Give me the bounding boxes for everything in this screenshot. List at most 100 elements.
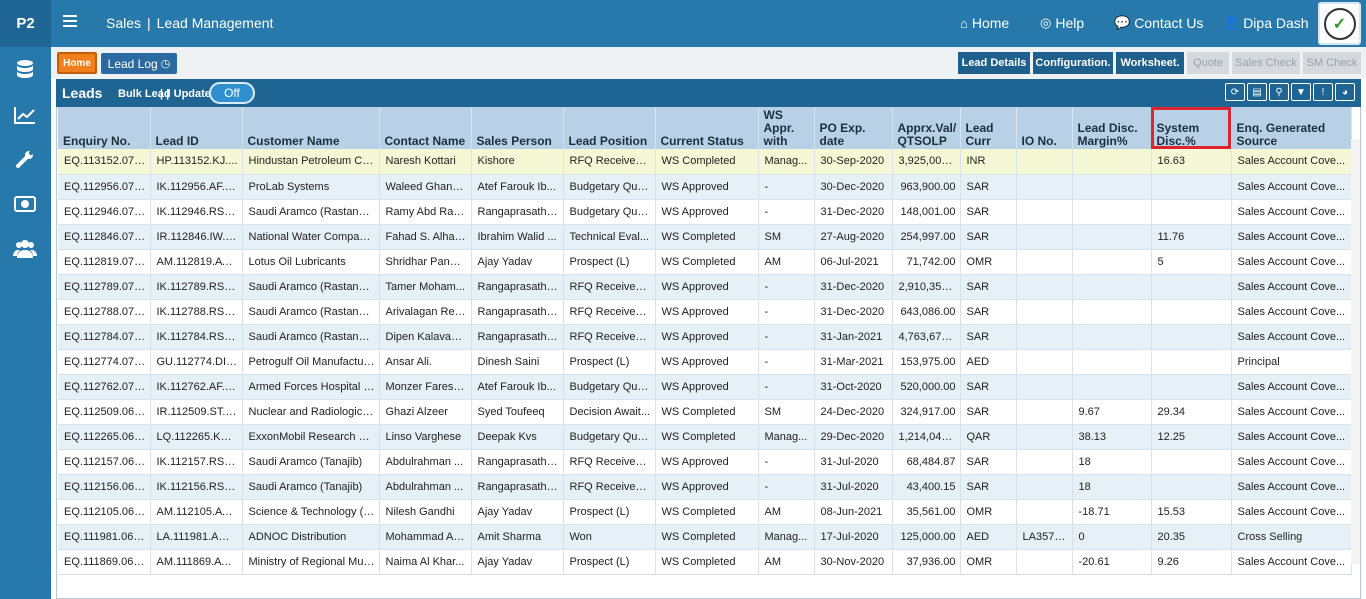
- company-logo-icon: ✓: [1323, 7, 1356, 40]
- wrench-icon[interactable]: [13, 147, 37, 171]
- column-header[interactable]: Lead ID: [150, 107, 243, 149]
- table-cell: INR: [960, 149, 1017, 175]
- table-cell: 31-Mar-2021: [814, 349, 893, 375]
- search-icon[interactable]: ⚲: [1269, 83, 1289, 101]
- nav-contact[interactable]: 💬 Contact Us: [1114, 15, 1203, 31]
- database-icon[interactable]: [13, 58, 37, 82]
- table-cell: SAR: [960, 374, 1017, 400]
- table-cell: EQ.112946.0720: [58, 199, 151, 225]
- column-header[interactable]: Lead Curr: [960, 107, 1017, 149]
- table-row[interactable]: EQ.111981.0620 LA.111981.AM.... ADNOC Dist…: [58, 524, 1352, 550]
- table-cell: -18.71: [1072, 499, 1152, 525]
- table-cell: AED: [960, 349, 1017, 375]
- nav-home[interactable]: ⌂ Home: [960, 15, 1009, 31]
- column-header[interactable]: Lead Disc. Margin%: [1072, 107, 1152, 149]
- alert-icon[interactable]: !: [1313, 83, 1333, 101]
- nav-help-label: Help: [1055, 15, 1085, 31]
- export-icon[interactable]: ▤: [1247, 83, 1267, 101]
- table-cell: Sales Account Cove...: [1231, 449, 1352, 475]
- column-header[interactable]: Customer Name: [242, 107, 380, 149]
- column-header[interactable]: Contact Name: [379, 107, 472, 149]
- table-cell: Saudi Aramco (Rastanura): [242, 199, 380, 225]
- table-row[interactable]: EQ.112265.0620 LQ.112265.KV.... ExxonMobil…: [58, 424, 1352, 450]
- nav-user[interactable]: 👤 Dipa Dash: [1223, 15, 1309, 31]
- column-header[interactable]: Lead Position: [563, 107, 656, 149]
- table-row[interactable]: EQ.112762.0720 IK.112762.AF.0... Armed For…: [58, 374, 1352, 400]
- vertical-scrollbar[interactable]: [1351, 139, 1360, 564]
- table-cell: AED: [960, 524, 1017, 550]
- table-row[interactable]: EQ.112509.0620 IR.112509.ST.0... Nuclear a…: [58, 399, 1352, 425]
- table-row[interactable]: EQ.112157.0620 IK.112157.RS.0... Saudi Ara…: [58, 449, 1352, 475]
- bulk-update-toggle[interactable]: Off: [209, 82, 255, 104]
- table-cell: 9.67: [1072, 399, 1152, 425]
- table-row[interactable]: EQ.112819.0720 AM.112819.AY.... Lotus Oil …: [58, 249, 1352, 275]
- table-cell: 31-Jan-2021: [814, 324, 893, 350]
- table-row[interactable]: EQ.112846.0720 IR.112846.IW.0... National …: [58, 224, 1352, 250]
- table-cell: Amit Sharma: [471, 524, 564, 550]
- table-cell: [1072, 299, 1152, 325]
- table-cell: [1016, 249, 1073, 275]
- table-cell: [1016, 349, 1073, 375]
- column-header[interactable]: Current Status: [655, 107, 759, 149]
- table-cell: -: [758, 299, 815, 325]
- filter-icon[interactable]: ▼: [1291, 83, 1311, 101]
- table-row[interactable]: EQ.111869.0620 AM.111869.AY.... Ministry o…: [58, 549, 1352, 575]
- app-logo[interactable]: P2: [0, 0, 51, 47]
- table-row[interactable]: EQ.112789.0720 IK.112789.RS.0... Saudi Ara…: [58, 274, 1352, 300]
- column-header[interactable]: IO No.: [1016, 107, 1073, 149]
- lead-log-button[interactable]: Lead Log ◷: [101, 53, 177, 74]
- column-header[interactable]: PO Exp. date: [814, 107, 893, 149]
- tab-lead-details[interactable]: Lead Details: [958, 52, 1030, 74]
- column-header[interactable]: Enq. Generated Source: [1231, 107, 1352, 149]
- table-cell: WS Approved: [655, 299, 759, 325]
- chart-line-icon[interactable]: [13, 103, 37, 127]
- table-row[interactable]: EQ.112105.0620 AM.112105.AY.... Science & …: [58, 499, 1352, 525]
- column-header[interactable]: Sales Person: [471, 107, 564, 149]
- table-cell: Fahad S. Alhaq...: [379, 224, 472, 250]
- table-cell: [1151, 299, 1232, 325]
- tab-worksheet[interactable]: Worksheet.: [1116, 52, 1184, 74]
- table-row[interactable]: EQ.112774.0720 GU.112774.DI.... Petrogulf …: [58, 349, 1352, 375]
- table-cell: Rangaprasath ...: [471, 299, 564, 325]
- table-cell: 18: [1072, 474, 1152, 500]
- refresh-icon[interactable]: ⟳: [1225, 83, 1245, 101]
- table-cell: Rangaprasath ...: [471, 324, 564, 350]
- table-row[interactable]: EQ.113152.0720 HP.113152.KJ.... Hindustan …: [58, 149, 1352, 175]
- table-cell: 18: [1072, 449, 1152, 475]
- user-icon: 👤: [1223, 15, 1240, 30]
- column-header[interactable]: Apprx.Val/ QTSOLP: [892, 107, 961, 149]
- menu-icon[interactable]: [63, 15, 77, 29]
- home-tab-button[interactable]: Home: [57, 52, 97, 74]
- table-cell: GU.112774.DI....: [150, 349, 243, 375]
- table-row[interactable]: EQ.112156.0620 IK.112156.RS.0... Saudi Ara…: [58, 474, 1352, 500]
- table-row[interactable]: EQ.112784.0720 IK.112784.RS.0... Saudi Ara…: [58, 324, 1352, 350]
- table-cell: Sales Account Cove...: [1231, 549, 1352, 575]
- leads-table: Enquiry No. Lead ID Customer Name Contact N…: [58, 107, 1352, 575]
- column-header[interactable]: Enquiry No.: [58, 107, 151, 149]
- tab-sm-check[interactable]: SM Check: [1303, 52, 1361, 74]
- nav-help[interactable]: ◎ Help: [1040, 15, 1084, 31]
- table-row[interactable]: EQ.112788.0720 IK.112788.RS.0... Saudi Ara…: [58, 299, 1352, 325]
- table-cell: SM: [758, 399, 815, 425]
- column-header[interactable]: System Disc.%: [1151, 107, 1232, 149]
- table-cell: 5: [1151, 249, 1232, 275]
- table-cell: Lotus Oil Lubricants: [242, 249, 380, 275]
- money-icon[interactable]: [13, 192, 37, 216]
- table-row[interactable]: EQ.112956.0720 IK.112956.AF.0... ProLab Sy…: [58, 174, 1352, 200]
- tab-quote[interactable]: Quote: [1187, 52, 1229, 74]
- table-row[interactable]: EQ.112946.0720 IK.112946.RS.0... Saudi Ara…: [58, 199, 1352, 225]
- palette-icon[interactable]: ◕: [1335, 83, 1355, 101]
- table-cell: Sales Account Cove...: [1231, 274, 1352, 300]
- table-cell: Tamer Moham...: [379, 274, 472, 300]
- company-avatar[interactable]: ✓: [1318, 2, 1361, 45]
- table-cell: OMR: [960, 549, 1017, 575]
- tab-configuration[interactable]: Configuration.: [1033, 52, 1113, 74]
- table-cell: [1016, 224, 1073, 250]
- table-cell: 3,925,000....: [892, 149, 961, 175]
- table-cell: Shridhar Pandav: [379, 249, 472, 275]
- table-cell: LA3574...: [1016, 524, 1073, 550]
- table-cell: AM: [758, 499, 815, 525]
- users-icon[interactable]: [13, 237, 37, 261]
- tab-sales-check[interactable]: Sales Check: [1232, 52, 1300, 74]
- column-header[interactable]: WS Appr. with: [758, 107, 815, 149]
